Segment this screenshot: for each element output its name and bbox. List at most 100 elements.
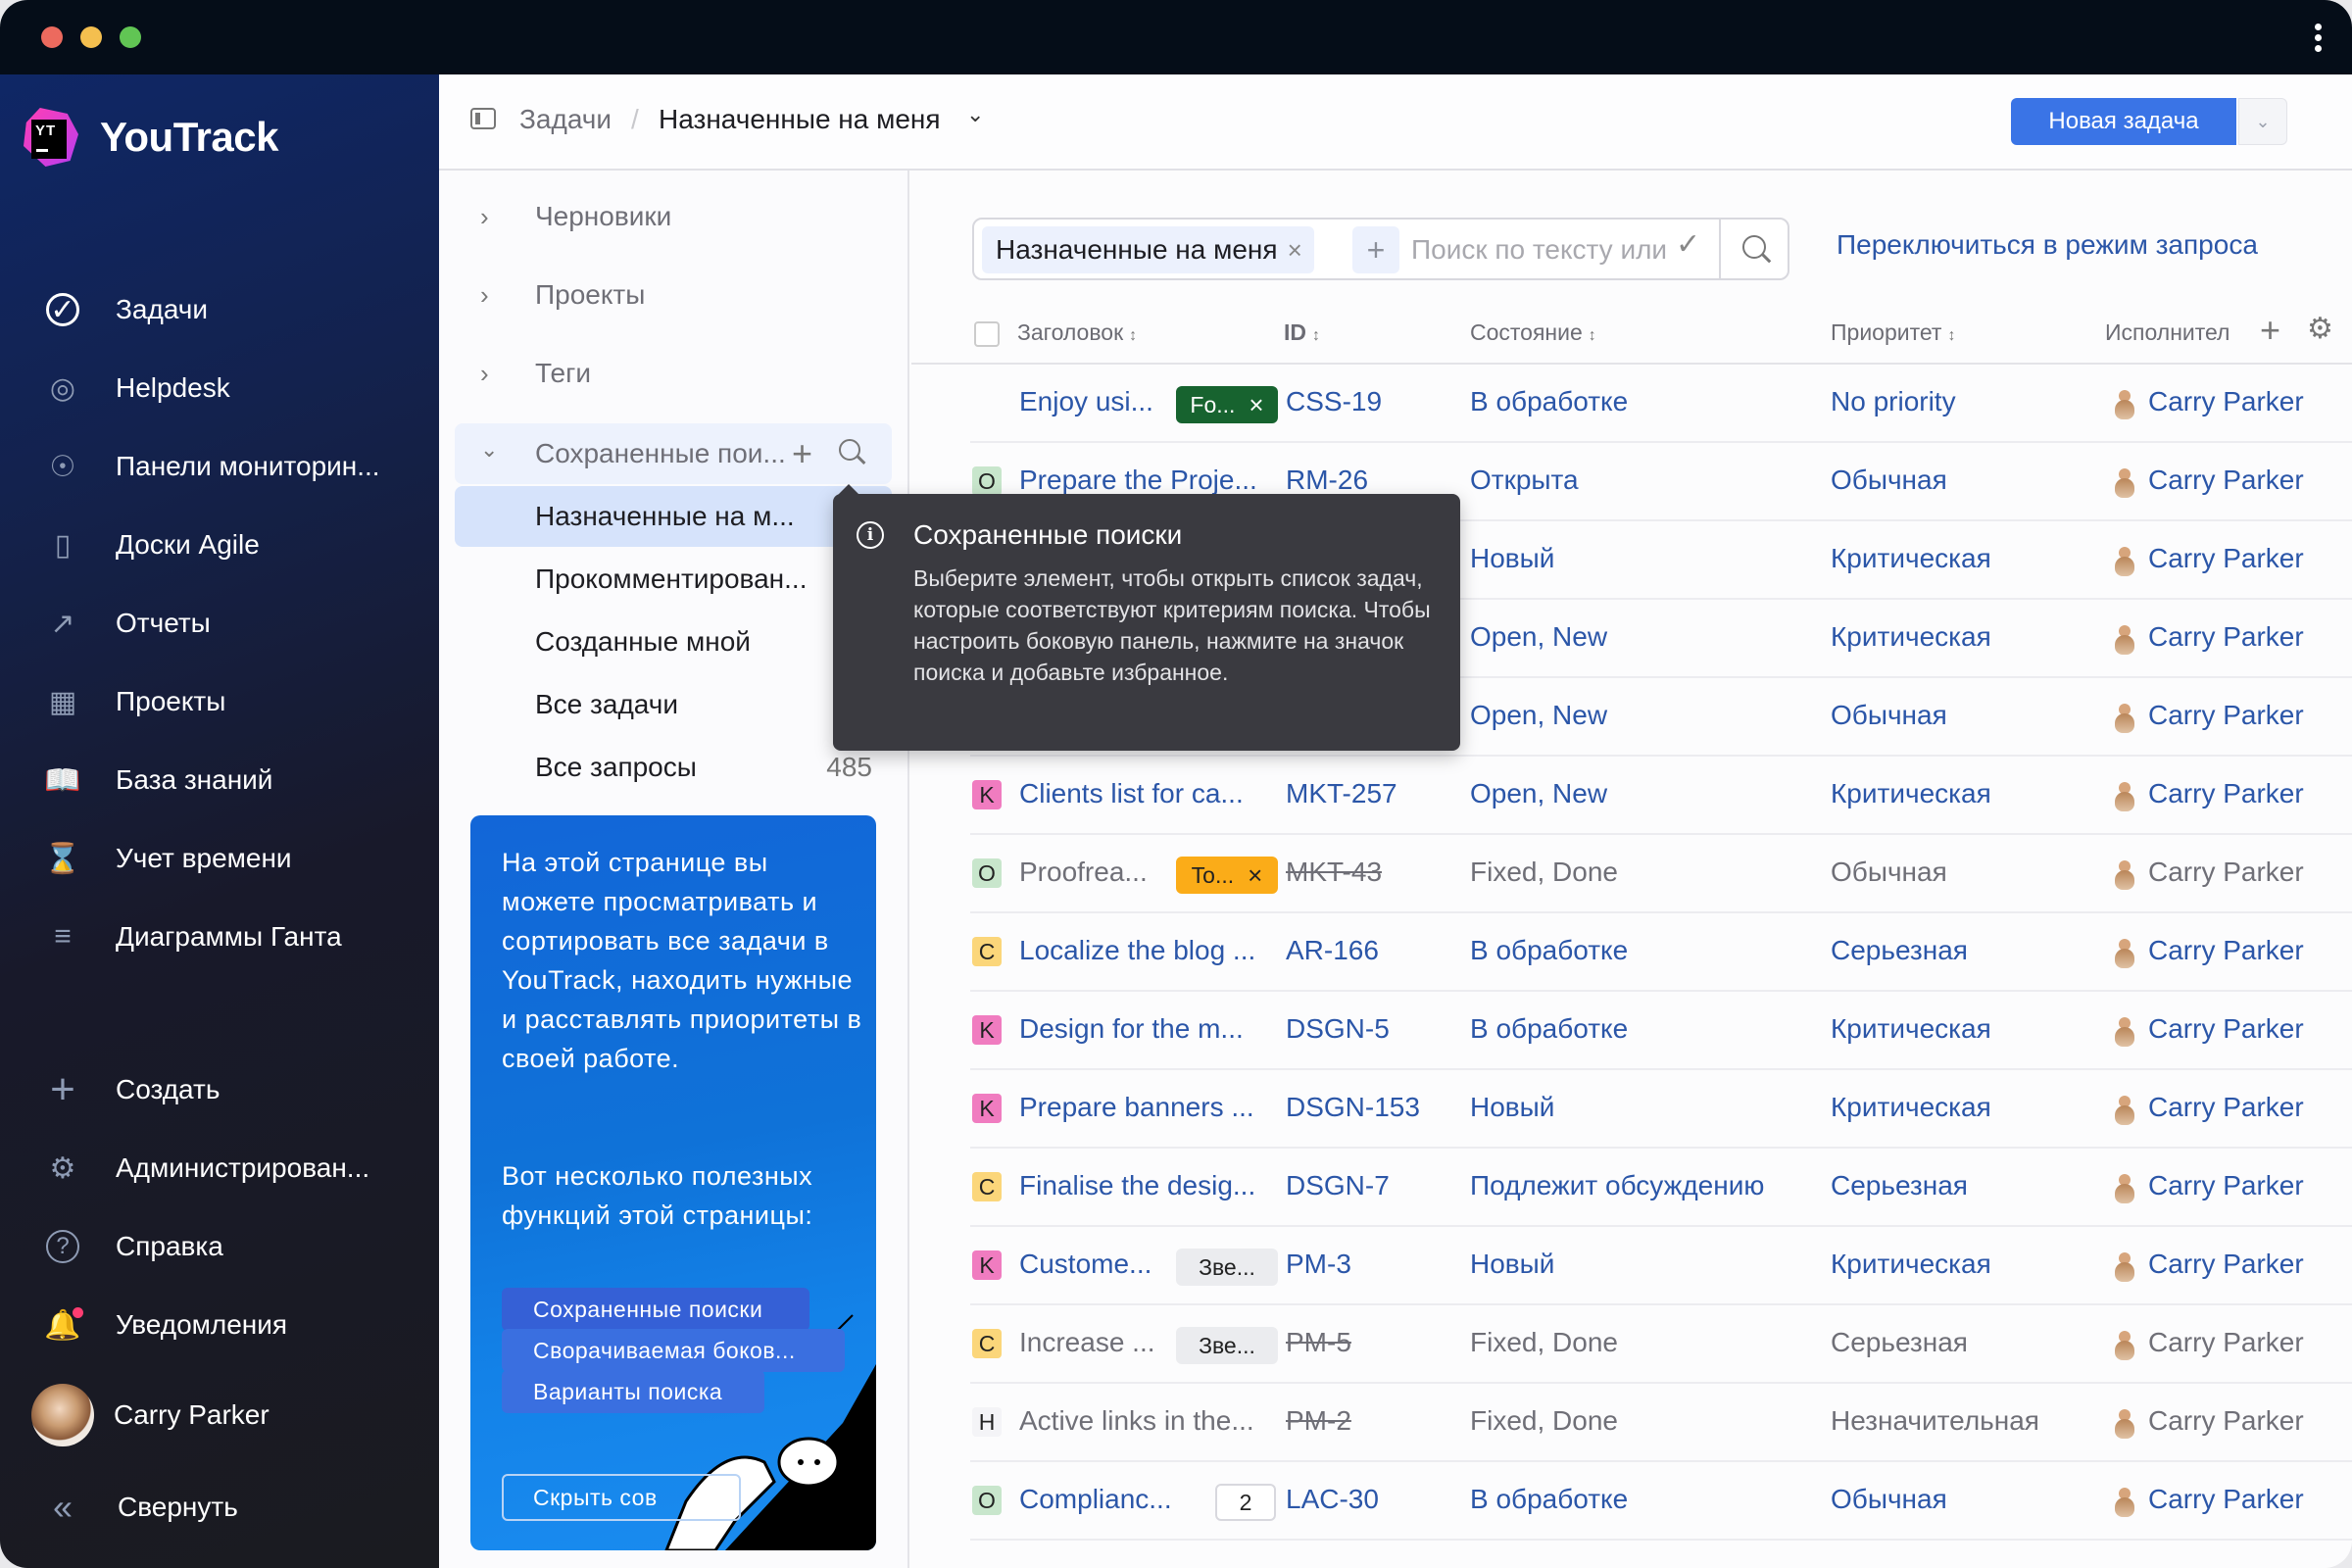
saved-search-item[interactable]: Все запросы 485: [455, 737, 892, 798]
issue-assignee[interactable]: Carry Parker: [2148, 1013, 2304, 1045]
breadcrumb-issues[interactable]: Задачи: [519, 104, 612, 135]
issue-state[interactable]: Open, New: [1470, 621, 1607, 653]
add-filter-button[interactable]: +: [1352, 226, 1399, 273]
sidebar-item-2[interactable]: ☉ Панели мониторин...: [0, 437, 439, 496]
issue-title[interactable]: Complianc...: [1019, 1484, 1172, 1515]
issue-priority[interactable]: Критическая: [1831, 1092, 1991, 1123]
feature-chip-saved-searches[interactable]: Сохраненные поиски: [502, 1288, 809, 1331]
issue-state[interactable]: В обработке: [1470, 1013, 1628, 1045]
add-column-icon[interactable]: +: [2260, 310, 2280, 351]
issue-assignee[interactable]: Carry Parker: [2148, 621, 2304, 653]
issue-id[interactable]: DSGN-153: [1286, 1092, 1420, 1123]
issue-priority[interactable]: Критическая: [1831, 778, 1991, 809]
sidebar-bottom-item-1[interactable]: ⚙ Администрирован...: [0, 1139, 439, 1198]
issue-state[interactable]: Новый: [1470, 1092, 1554, 1123]
youtrack-logo[interactable]: YT YouTrack: [24, 108, 278, 167]
remove-chip-icon[interactable]: ×: [1288, 235, 1302, 266]
issue-title[interactable]: Localize the blog ...: [1019, 935, 1255, 966]
more-options-icon[interactable]: [2313, 24, 2323, 53]
switch-to-query-mode-link[interactable]: Переключиться в режим запроса: [1837, 229, 2258, 261]
sidebar-item-4[interactable]: ↗ Отчеты: [0, 594, 439, 653]
issue-assignee[interactable]: Carry Parker: [2148, 543, 2304, 574]
remove-tag-icon[interactable]: ×: [1248, 860, 1262, 891]
issue-priority[interactable]: Критическая: [1831, 1013, 1991, 1045]
sidebar-item-8[interactable]: ≡ Диаграммы Ганта: [0, 907, 439, 966]
toggle-panel-icon[interactable]: [470, 108, 496, 129]
issue-title[interactable]: Prepare banners ...: [1019, 1092, 1254, 1123]
issue-id[interactable]: DSGN-5: [1286, 1013, 1390, 1045]
issue-tag[interactable]: To... ×: [1176, 857, 1278, 894]
table-row[interactable]: K Clients list for ca... MKT-257 Open, New К…: [970, 757, 2352, 835]
table-row[interactable]: C Localize the blog ... AR-166 В обработке С…: [970, 913, 2352, 992]
issue-assignee[interactable]: Carry Parker: [2148, 1170, 2304, 1201]
add-saved-search-icon[interactable]: +: [792, 433, 812, 474]
issue-state[interactable]: Open, New: [1470, 778, 1607, 809]
table-row[interactable]: O Complianc... 2 LAC-30 В обработке Обычная Ca…: [970, 1462, 2352, 1541]
issue-title[interactable]: Finalise the desig...: [1019, 1170, 1255, 1201]
panel-group-1[interactable]: › Проекты: [455, 265, 892, 325]
user-profile[interactable]: Carry Parker: [0, 1384, 439, 1446]
issue-id[interactable]: MKT-257: [1286, 778, 1397, 809]
new-issue-button[interactable]: Новая задача: [2011, 98, 2236, 145]
table-row[interactable]: C Finalise the desig... DSGN-7 Подлежит обс…: [970, 1149, 2352, 1227]
saved-searches-header[interactable]: ⌄ Сохраненные пои... +: [455, 423, 892, 484]
check-query-icon[interactable]: ✓: [1676, 227, 1700, 262]
issue-assignee[interactable]: Carry Parker: [2148, 1484, 2304, 1515]
select-all-checkbox[interactable]: [974, 321, 1000, 347]
issue-assignee[interactable]: Carry Parker: [2148, 1327, 2304, 1358]
issue-state[interactable]: Подлежит обсуждению: [1470, 1170, 1764, 1201]
table-row[interactable]: K Custome... Зве... PM-3 Новый Критическая Car…: [970, 1227, 2352, 1305]
issue-title[interactable]: Proofrea...: [1019, 857, 1148, 888]
issue-title[interactable]: Increase ...: [1019, 1327, 1155, 1358]
issue-state[interactable]: Fixed, Done: [1470, 1327, 1618, 1358]
feature-chip-search-options[interactable]: Варианты поиска: [502, 1370, 764, 1413]
issue-state[interactable]: В обработке: [1470, 935, 1628, 966]
issue-assignee[interactable]: Carry Parker: [2148, 935, 2304, 966]
issue-tag[interactable]: 2: [1215, 1484, 1276, 1521]
issue-state[interactable]: Fixed, Done: [1470, 1405, 1618, 1437]
issue-id[interactable]: RM-26: [1286, 465, 1368, 496]
issue-priority[interactable]: Критическая: [1831, 1249, 1991, 1280]
panel-group-0[interactable]: › Черновики: [455, 186, 892, 247]
sidebar-item-6[interactable]: 📖 База знаний: [0, 751, 439, 809]
issue-tag[interactable]: Зве...: [1176, 1327, 1278, 1364]
issue-id[interactable]: DSGN-7: [1286, 1170, 1390, 1201]
column-state[interactable]: Состояние ↕: [1470, 319, 1596, 346]
issue-assignee[interactable]: Carry Parker: [2148, 465, 2304, 496]
issue-priority[interactable]: Серьезная: [1831, 1170, 1968, 1201]
issue-assignee[interactable]: Carry Parker: [2148, 700, 2304, 731]
sidebar-item-1[interactable]: ◎ Helpdesk: [0, 359, 439, 417]
new-issue-dropdown-button[interactable]: ⌄: [2238, 98, 2287, 145]
issue-title[interactable]: Prepare the Proje...: [1019, 465, 1257, 496]
issue-priority[interactable]: Обычная: [1831, 857, 1947, 888]
issue-priority[interactable]: Критическая: [1831, 543, 1991, 574]
sidebar-bottom-item-3[interactable]: 🔔 Уведомления: [0, 1296, 439, 1354]
close-window-button[interactable]: [41, 26, 63, 48]
issue-priority[interactable]: Незначительная: [1831, 1405, 2039, 1437]
issue-assignee[interactable]: Carry Parker: [2148, 386, 2304, 417]
issue-title[interactable]: Enjoy usi...: [1019, 386, 1153, 417]
table-row[interactable]: H Active links in the... PM-2 Fixed, Done Не…: [970, 1384, 2352, 1462]
column-id[interactable]: ID ↕: [1284, 319, 1320, 346]
table-row[interactable]: K Design for the m... DSGN-5 В обработке Кри…: [970, 992, 2352, 1070]
panel-group-2[interactable]: › Теги: [455, 343, 892, 404]
issue-state[interactable]: Новый: [1470, 1249, 1554, 1280]
issue-title[interactable]: Custome...: [1019, 1249, 1152, 1280]
issue-state[interactable]: Open, New: [1470, 700, 1607, 731]
issue-priority[interactable]: Обычная: [1831, 465, 1947, 496]
sidebar-item-5[interactable]: ▦ Проекты: [0, 672, 439, 731]
table-row[interactable]: K Prepare banners ... DSGN-153 Новый Критиче…: [970, 1070, 2352, 1149]
column-assignee[interactable]: Исполнител: [2105, 319, 2248, 346]
issue-id[interactable]: MKT-43: [1286, 857, 1382, 888]
sidebar-bottom-item-2[interactable]: ? Справка: [0, 1217, 439, 1276]
table-row[interactable]: O Proofrea... To... × MKT-43 Fixed, Done Обычн…: [970, 835, 2352, 913]
issue-assignee[interactable]: Carry Parker: [2148, 857, 2304, 888]
issue-assignee[interactable]: Carry Parker: [2148, 1249, 2304, 1280]
issue-state[interactable]: Открыта: [1470, 465, 1579, 496]
search-icon[interactable]: [1742, 235, 1772, 264]
issue-priority[interactable]: No priority: [1831, 386, 1956, 417]
issue-tag[interactable]: Fo... ×: [1176, 386, 1278, 423]
issue-priority[interactable]: Серьезная: [1831, 1327, 1968, 1358]
issue-priority[interactable]: Обычная: [1831, 700, 1947, 731]
feature-chip-collapsible-sidebar[interactable]: Сворачиваемая боков...: [502, 1329, 845, 1372]
